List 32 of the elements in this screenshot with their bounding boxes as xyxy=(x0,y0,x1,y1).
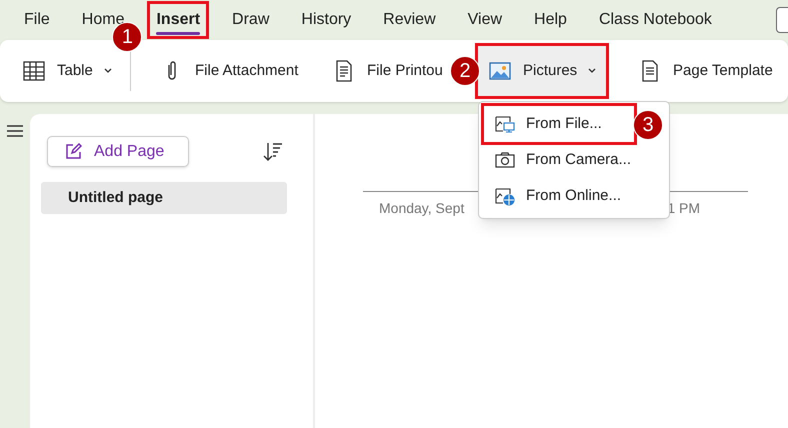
menu-tab[interactable]: Class Notebook xyxy=(592,4,718,36)
page-list-item[interactable]: Untitled page xyxy=(41,182,287,214)
table-icon xyxy=(22,59,46,83)
add-page-button[interactable]: Add Page xyxy=(47,136,189,167)
ribbon-button[interactable]: Page Template xyxy=(630,51,781,91)
menu-tab[interactable]: History xyxy=(295,4,358,36)
menu-tab[interactable]: Insert xyxy=(150,4,206,36)
menu-tab[interactable]: Draw xyxy=(226,4,276,36)
picture-monitor-icon xyxy=(494,114,516,134)
active-tab-underline xyxy=(156,32,200,35)
chevron-down-icon xyxy=(588,68,596,74)
ribbon-button[interactable]: File Attachment xyxy=(152,51,306,91)
menu-icon[interactable] xyxy=(6,124,24,138)
step-number-badge: 2 xyxy=(450,56,480,86)
edit-icon xyxy=(64,142,82,160)
menu-tab[interactable]: File xyxy=(18,4,56,36)
step-number-badge: 3 xyxy=(633,110,663,140)
menu-item[interactable]: From Camera... xyxy=(484,142,664,178)
menu-tab[interactable]: Review xyxy=(377,4,442,36)
page-date: Monday, Sept xyxy=(379,199,464,218)
sort-icon[interactable] xyxy=(262,140,284,162)
search-box[interactable] xyxy=(776,7,788,33)
ribbon-button[interactable]: File Printou xyxy=(324,51,451,91)
menu-item[interactable]: From File... xyxy=(484,106,634,142)
ribbon-button[interactable]: Pictures xyxy=(478,46,606,96)
picture-globe-icon xyxy=(494,186,516,206)
ribbon-button[interactable]: Table xyxy=(14,51,120,91)
chevron-down-icon xyxy=(104,68,112,74)
menu-item[interactable]: From Online... xyxy=(484,178,664,214)
camera-icon xyxy=(494,150,516,170)
menu-tab[interactable]: View xyxy=(462,4,508,36)
menu-tab[interactable]: Help xyxy=(528,4,573,36)
